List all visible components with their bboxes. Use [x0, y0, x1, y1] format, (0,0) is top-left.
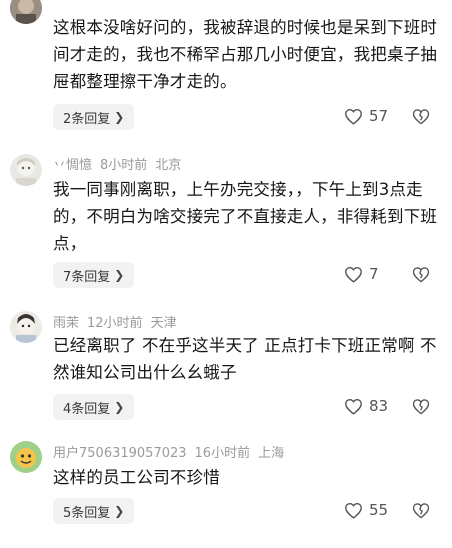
like-count: 57 — [369, 107, 389, 125]
view-replies-button[interactable]: 5条回复 ❯ — [53, 498, 135, 524]
comment-text: 这根本没啥好问的，我被辞退的时候也是呆到下班时间才走的，我也不稀罕占那几小时便宜… — [53, 18, 438, 91]
timestamp: 8小时前 — [100, 158, 148, 173]
username[interactable]: 用户7506319057023 — [53, 446, 187, 461]
replies-label: 2条回复 — [63, 111, 111, 127]
chevron-right-icon: ❯ — [114, 110, 125, 124]
like-count: 7 — [369, 265, 379, 283]
timestamp: 16小时前 — [194, 446, 251, 461]
location: 北京 — [155, 158, 182, 173]
like-button[interactable]: 83 — [344, 397, 388, 415]
heart-outline-icon — [345, 266, 362, 283]
chevron-right-icon: ❯ — [114, 504, 125, 518]
avatar[interactable] — [10, 311, 42, 343]
chevron-right-icon: ❯ — [114, 400, 125, 414]
like-button[interactable]: 7 — [344, 265, 379, 283]
avatar[interactable] — [10, 154, 42, 186]
location: 上海 — [258, 446, 285, 461]
replies-label: 7条回复 — [63, 269, 111, 285]
broken-heart-icon — [412, 503, 430, 519]
like-button[interactable]: 55 — [344, 501, 388, 519]
view-replies-button[interactable]: 4条回复 ❯ — [53, 394, 135, 420]
dislike-button[interactable] — [412, 502, 430, 523]
broken-heart-icon — [412, 267, 430, 283]
heart-outline-icon — [345, 398, 362, 415]
username[interactable]: 雨茉 — [53, 316, 79, 331]
like-count: 83 — [369, 397, 389, 415]
comment-meta: 用户7506319057023 16小时前 上海 — [53, 442, 292, 461]
location: 天津 — [150, 316, 177, 331]
username[interactable]: 丷惆憶 — [53, 158, 92, 173]
dislike-button[interactable] — [412, 266, 430, 287]
heart-outline-icon — [345, 108, 362, 125]
comment-text: 我一同事刚离职，上午办完交接，，下午上到3点走的，不明白为啥交接完了不直接走人，… — [53, 180, 438, 253]
comment-text: 已经离职了 不在乎这半天了 正点打卡下班正常啊 不然谁知公司出什么幺蛾子 — [53, 336, 437, 382]
dislike-button[interactable] — [412, 398, 430, 419]
broken-heart-icon — [412, 109, 430, 125]
like-button[interactable]: 57 — [344, 107, 388, 125]
chevron-right-icon: ❯ — [114, 268, 125, 282]
avatar[interactable] — [10, 0, 42, 24]
comment-meta: 丷惆憶 8小时前 北京 — [53, 154, 189, 173]
replies-label: 5条回复 — [63, 505, 111, 521]
comment-meta: 雨茉 12小时前 天津 — [53, 312, 185, 331]
heart-outline-icon — [345, 502, 362, 519]
view-replies-button[interactable]: 2条回复 ❯ — [53, 104, 135, 130]
timestamp: 12小时前 — [87, 316, 143, 331]
view-replies-button[interactable]: 7条回复 ❯ — [53, 262, 135, 288]
comment-text: 这样的员工公司不珍惜 — [53, 468, 220, 487]
like-count: 55 — [369, 501, 389, 519]
dislike-button[interactable] — [412, 108, 430, 129]
avatar[interactable] — [10, 441, 42, 473]
broken-heart-icon — [412, 399, 430, 415]
replies-label: 4条回复 — [63, 401, 111, 417]
